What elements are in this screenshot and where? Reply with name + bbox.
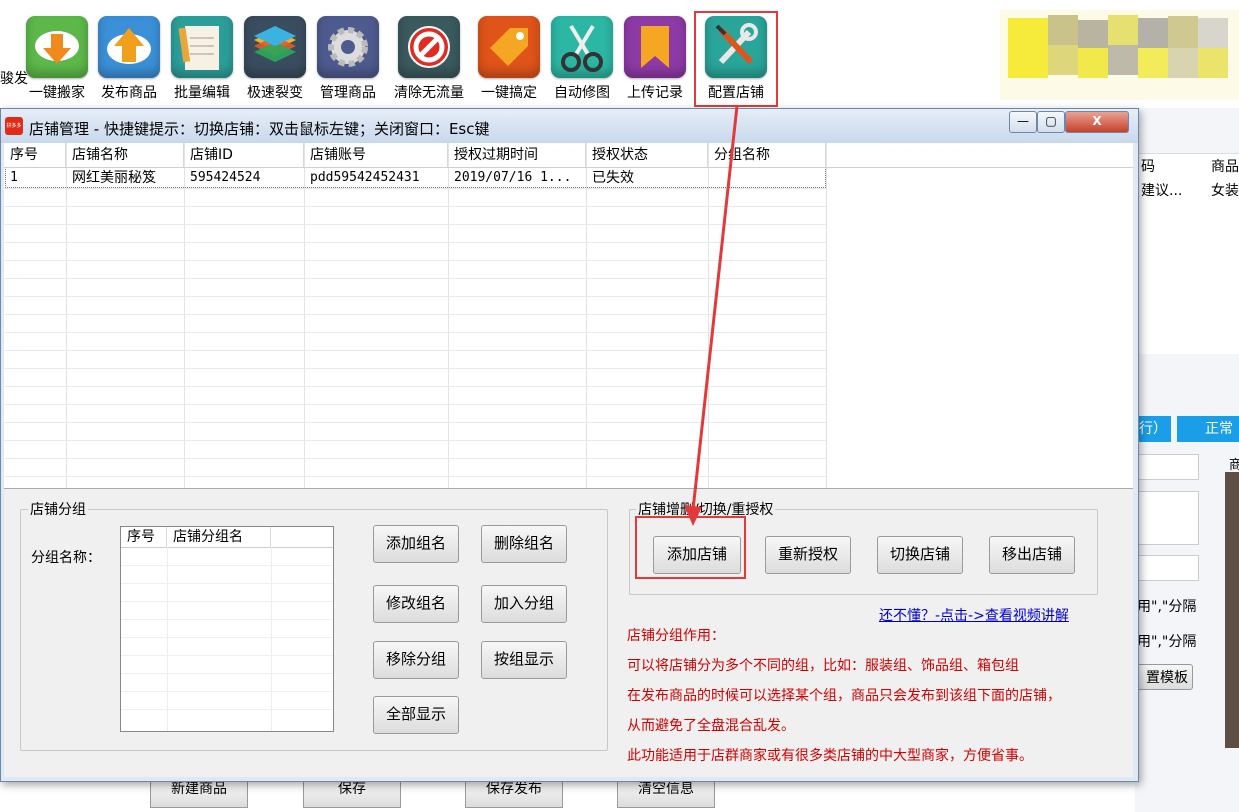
toolbar-button-publish[interactable]: 发布商品 (94, 16, 164, 106)
cell-auth-expire: 2019/07/16 1... (454, 170, 572, 185)
cloud-upload-icon (98, 16, 160, 78)
remove-shop-button[interactable]: 移出店铺 (989, 536, 1075, 574)
dialog-title: 店铺管理 - 快捷键提示：切换店铺：双击鼠标左键；关闭窗口：Esc键 (29, 120, 490, 138)
toolbar-button-label: 发布商品 (101, 85, 157, 101)
gear-icon (317, 16, 379, 78)
show-all-button[interactable]: 全部显示 (373, 696, 459, 734)
toolbar-button-fission[interactable]: 极速裂变 (240, 16, 310, 106)
add-group-name-button[interactable]: 添加组名 (373, 525, 459, 563)
bg-save-publish-button[interactable]: 保存发布 (465, 780, 563, 808)
bg-col-goods-header: 商品 (1211, 159, 1239, 175)
bg-input-2[interactable] (1135, 555, 1199, 581)
blurred-region (1000, 10, 1239, 100)
group-list-header-name[interactable]: 店铺分组名 (167, 527, 271, 547)
bg-clear-info-button[interactable]: 清空信息 (617, 780, 715, 808)
minimize-button[interactable]: — (1009, 111, 1037, 133)
dialog-titlebar[interactable]: 拼多多 店铺管理 - 快捷键提示：切换店铺：双击鼠标左键；关闭窗口：Esc键 —… (1, 109, 1138, 143)
toolbar-button-label: 配置店铺 (708, 85, 764, 101)
bg-hint-2: 用","分隔 (1137, 634, 1197, 650)
toolbar-button-one-click[interactable]: 一键搞定 (474, 16, 544, 106)
pinduoduo-app-icon: 拼多多 (5, 117, 23, 135)
bg-product-image (1225, 472, 1239, 748)
note-line-4: 从而避免了全盘混合乱发。 (627, 718, 795, 734)
toolbar-button-label: 自动修图 (554, 85, 610, 101)
shop-manager-dialog: 拼多多 店铺管理 - 快捷键提示：切换店铺：双击鼠标左键；关闭窗口：Esc键 —… (0, 108, 1139, 782)
background-app-right: 码 商品 建议... 女装 行） 正常 商 用","分隔 用","分隔 置模板 (1135, 108, 1239, 812)
note-line-5: 此功能适用于店群商家或有很多类店铺的中大型商家，方便省事。 (627, 748, 1033, 764)
bg-save-button[interactable]: 保存 (303, 780, 401, 808)
prohibit-icon (398, 16, 460, 78)
column-header-index[interactable]: 序号 (4, 143, 66, 167)
column-header-auth-expire[interactable]: 授权过期时间 (448, 143, 586, 167)
show-by-group-button[interactable]: 按组显示 (481, 641, 567, 679)
cell-shop-name: 网红美丽秘笈 (72, 170, 156, 186)
toolbar-button-label: 极速裂变 (247, 85, 303, 101)
bg-new-goods-button[interactable]: 新建商品 (150, 780, 248, 808)
annotation-highlight-box (635, 516, 746, 579)
tag-icon (478, 16, 540, 78)
scissors-icon (551, 16, 613, 78)
toolbar-button-batch-edit[interactable]: 批量编辑 (167, 16, 237, 106)
bg-blue-button-1[interactable]: 行） (1135, 416, 1171, 442)
bg-template-button[interactable]: 置模板 (1135, 664, 1193, 690)
toolbar-button-upload-log[interactable]: 上传记录 (620, 16, 690, 106)
note-line-1: 店铺分组作用： (627, 628, 725, 644)
maximize-button[interactable]: ▢ (1037, 111, 1065, 133)
column-header-shop-account[interactable]: 店铺账号 (304, 143, 448, 167)
toolbar-button-label: 清除无流量 (394, 85, 464, 101)
bg-hint-1: 用","分隔 (1137, 599, 1197, 615)
group-list[interactable]: 序号 店铺分组名 (120, 526, 334, 732)
group-name-label: 分组名称： (31, 550, 101, 566)
toolbar-button-clear-no-traffic[interactable]: 清除无流量 (390, 16, 468, 106)
cell-auth-status: 已失效 (592, 170, 634, 186)
group-list-header-index[interactable]: 序号 (121, 527, 167, 547)
wrench-screwdriver-icon (705, 16, 767, 78)
bg-col-code-header: 码 (1141, 159, 1155, 175)
toolbar-button-manage-goods[interactable]: 管理商品 (313, 16, 383, 106)
dialog-content: 序号 店铺名称 店铺ID 店铺账号 授权过期时间 授权状态 分组名称 1 网红美… (4, 143, 1133, 777)
toolbar-button-label: 一键搞定 (481, 85, 537, 101)
column-header-shop-id[interactable]: 店铺ID (184, 143, 304, 167)
cell-shop-account: pdd59542452431 (310, 170, 420, 185)
join-group-button[interactable]: 加入分组 (481, 585, 567, 623)
cloud-download-icon (26, 16, 88, 78)
shop-table[interactable]: 序号 店铺名称 店铺ID 店铺账号 授权过期时间 授权状态 分组名称 1 网红美… (4, 143, 1133, 489)
layers-icon (244, 16, 306, 78)
bg-row-goods: 女装 (1211, 183, 1239, 199)
bg-input-1[interactable] (1135, 454, 1199, 480)
bg-textarea[interactable] (1135, 491, 1199, 545)
bg-side-label: 商 (1229, 458, 1239, 473)
column-header-shop-name[interactable]: 店铺名称 (66, 143, 184, 167)
bg-row-code: 建议... (1141, 183, 1183, 199)
column-header-auth-status[interactable]: 授权状态 (586, 143, 708, 167)
delete-group-name-button[interactable]: 删除组名 (481, 525, 567, 563)
close-button[interactable]: X (1065, 111, 1129, 133)
edit-group-name-button[interactable]: 修改组名 (373, 585, 459, 623)
main-toolbar: 骏发 一键搬家 发布商品 批量编辑 极速裂变 管理商品 清除无流量 一键搞定 自… (0, 0, 1000, 108)
cell-group-name (708, 167, 826, 189)
cell-shop-id: 595424524 (190, 170, 261, 185)
bookmark-icon (624, 16, 686, 78)
note-line-2: 可以将店铺分为多个不同的组，比如：服装组、饰品组、箱包组 (627, 658, 1019, 674)
toolbar-button-auto-retouch[interactable]: 自动修图 (547, 16, 617, 106)
toolbar-button-label: 上传记录 (627, 85, 683, 101)
column-header-group-name[interactable]: 分组名称 (708, 143, 826, 167)
video-help-link[interactable]: 还不懂？-点击->查看视频讲解 (879, 605, 1069, 625)
cell-index: 1 (10, 170, 18, 185)
note-line-3: 在发布商品的时候可以选择某个组，商品只会发布到该组下面的店铺， (627, 688, 1061, 704)
remove-from-group-button[interactable]: 移除分组 (373, 641, 459, 679)
notepad-pencil-icon (171, 16, 233, 78)
toolbar-button-config-shop[interactable]: 配置店铺 (694, 11, 778, 107)
toolbar-button-label: 管理商品 (320, 85, 376, 101)
reauthorize-button[interactable]: 重新授权 (765, 536, 851, 574)
shop-group-legend: 店铺分组 (28, 499, 88, 519)
toolbar-button-label: 一键搬家 (29, 85, 85, 101)
toolbar-button-move-shop[interactable]: 一键搬家 (22, 16, 92, 106)
switch-shop-button[interactable]: 切换店铺 (877, 536, 963, 574)
bg-blue-button-2[interactable]: 正常 (1177, 416, 1239, 442)
toolbar-button-label: 批量编辑 (174, 85, 230, 101)
